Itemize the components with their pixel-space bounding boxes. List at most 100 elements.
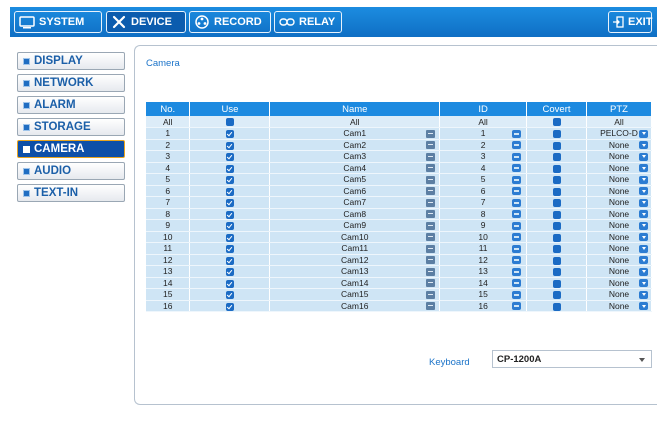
use-checkbox[interactable] bbox=[225, 164, 234, 173]
table-row: 5 Cam5 5 None bbox=[146, 173, 652, 186]
id-edit-icon[interactable] bbox=[512, 164, 522, 172]
covert-checkbox[interactable] bbox=[552, 268, 561, 276]
keyboard-select[interactable]: CP-1200A bbox=[492, 350, 652, 368]
use-checkbox[interactable] bbox=[225, 233, 234, 242]
ptz-dropdown-icon[interactable] bbox=[639, 233, 648, 241]
ptz-dropdown-icon[interactable] bbox=[639, 129, 648, 138]
ptz-dropdown-icon[interactable] bbox=[639, 152, 648, 161]
covert-checkbox[interactable] bbox=[552, 256, 561, 265]
relay-icon bbox=[279, 15, 295, 29]
ptz-dropdown-icon[interactable] bbox=[639, 244, 648, 253]
tab-system-label: SYSTEM bbox=[39, 16, 85, 28]
ptz-dropdown-icon[interactable] bbox=[639, 221, 648, 230]
ptz-dropdown-icon[interactable] bbox=[639, 302, 648, 310]
use-checkbox[interactable] bbox=[225, 199, 234, 207]
covert-checkbox[interactable] bbox=[552, 176, 561, 184]
id-edit-icon[interactable] bbox=[512, 198, 522, 207]
tab-record[interactable]: RECORD bbox=[189, 11, 271, 33]
header-id: ID bbox=[439, 102, 528, 116]
keyboard-edit-icon[interactable] bbox=[426, 187, 436, 195]
use-checkbox[interactable] bbox=[225, 153, 234, 161]
keyboard-edit-icon[interactable] bbox=[426, 221, 436, 230]
id-edit-icon[interactable] bbox=[512, 129, 522, 138]
ptz-dropdown-icon[interactable] bbox=[639, 164, 648, 172]
covert-checkbox[interactable] bbox=[552, 164, 561, 173]
use-checkbox[interactable] bbox=[225, 130, 234, 138]
sidebar-item-text-in[interactable]: TEXT-IN bbox=[17, 184, 125, 202]
keyboard-edit-icon[interactable] bbox=[426, 244, 436, 253]
keyboard-edit-icon[interactable] bbox=[426, 152, 436, 161]
covert-checkbox[interactable] bbox=[552, 302, 561, 311]
tab-relay[interactable]: RELAY bbox=[274, 11, 342, 33]
id-edit-icon[interactable] bbox=[512, 290, 522, 299]
tab-device[interactable]: DEVICE bbox=[106, 11, 186, 33]
use-checkbox[interactable] bbox=[225, 302, 234, 311]
ptz-dropdown-icon[interactable] bbox=[639, 198, 648, 207]
id-edit-icon[interactable] bbox=[512, 244, 522, 253]
sidebar-item-storage[interactable]: STORAGE bbox=[17, 118, 125, 136]
sidebar-item-alarm[interactable]: ALARM bbox=[17, 96, 125, 114]
sidebar-item-display[interactable]: DISPLAY bbox=[17, 52, 125, 70]
covert-checkbox[interactable] bbox=[552, 187, 561, 196]
covert-checkbox[interactable] bbox=[552, 279, 561, 288]
keyboard-edit-icon[interactable] bbox=[426, 129, 436, 138]
id-edit-icon[interactable] bbox=[512, 256, 522, 264]
covert-checkbox[interactable] bbox=[552, 199, 561, 207]
keyboard-edit-icon[interactable] bbox=[426, 198, 436, 207]
ptz-dropdown-icon[interactable] bbox=[639, 290, 648, 299]
keyboard-edit-icon[interactable] bbox=[426, 290, 436, 299]
sidebar-item-camera[interactable]: CAMERA bbox=[17, 140, 125, 158]
ptz-dropdown-icon[interactable] bbox=[639, 210, 648, 218]
keyboard-edit-icon[interactable] bbox=[426, 175, 436, 184]
keyboard-edit-icon[interactable] bbox=[426, 279, 436, 287]
sidebar-item-network[interactable]: NETWORK bbox=[17, 74, 125, 92]
covert-checkbox[interactable] bbox=[552, 233, 561, 242]
ptz-dropdown-icon[interactable] bbox=[639, 279, 648, 287]
use-checkbox[interactable] bbox=[225, 176, 234, 184]
id-edit-icon[interactable] bbox=[512, 233, 522, 241]
covert-checkbox[interactable] bbox=[552, 141, 561, 150]
use-all-checkbox[interactable] bbox=[225, 118, 234, 127]
covert-checkbox[interactable] bbox=[552, 210, 561, 219]
covert-all-checkbox[interactable] bbox=[552, 118, 561, 127]
use-checkbox[interactable] bbox=[225, 291, 234, 299]
use-checkbox[interactable] bbox=[225, 141, 234, 150]
keyboard-edit-icon[interactable] bbox=[426, 233, 436, 241]
covert-checkbox[interactable] bbox=[552, 291, 561, 299]
keyboard-edit-icon[interactable] bbox=[426, 164, 436, 172]
cell-ptz: None bbox=[586, 173, 652, 186]
ptz-dropdown-icon[interactable] bbox=[639, 187, 648, 195]
id-edit-icon[interactable] bbox=[512, 175, 522, 184]
ptz-dropdown-icon[interactable] bbox=[639, 175, 648, 184]
id-edit-icon[interactable] bbox=[512, 302, 522, 310]
id-edit-icon[interactable] bbox=[512, 267, 522, 276]
tab-system[interactable]: SYSTEM bbox=[14, 11, 102, 33]
use-checkbox[interactable] bbox=[225, 210, 234, 219]
covert-checkbox[interactable] bbox=[552, 153, 561, 161]
keyboard-edit-icon[interactable] bbox=[426, 141, 436, 149]
id-edit-icon[interactable] bbox=[512, 141, 522, 149]
use-checkbox[interactable] bbox=[225, 222, 234, 230]
covert-checkbox[interactable] bbox=[552, 245, 561, 253]
id-edit-icon[interactable] bbox=[512, 279, 522, 287]
covert-checkbox[interactable] bbox=[552, 130, 561, 138]
exit-button[interactable]: EXIT bbox=[608, 11, 652, 33]
use-checkbox[interactable] bbox=[225, 245, 234, 253]
keyboard-edit-icon[interactable] bbox=[426, 267, 436, 276]
keyboard-edit-icon[interactable] bbox=[426, 302, 436, 310]
id-edit-icon[interactable] bbox=[512, 152, 522, 161]
ptz-dropdown-icon[interactable] bbox=[639, 141, 648, 149]
use-checkbox[interactable] bbox=[225, 187, 234, 196]
use-checkbox[interactable] bbox=[225, 279, 234, 288]
ptz-dropdown-icon[interactable] bbox=[639, 256, 648, 264]
ptz-dropdown-icon[interactable] bbox=[639, 267, 648, 276]
use-checkbox[interactable] bbox=[225, 256, 234, 265]
id-edit-icon[interactable] bbox=[512, 187, 522, 195]
use-checkbox[interactable] bbox=[225, 268, 234, 276]
keyboard-edit-icon[interactable] bbox=[426, 256, 436, 264]
id-edit-icon[interactable] bbox=[512, 210, 522, 218]
sidebar-item-audio[interactable]: AUDIO bbox=[17, 162, 125, 180]
covert-checkbox[interactable] bbox=[552, 222, 561, 230]
keyboard-edit-icon[interactable] bbox=[426, 210, 436, 218]
id-edit-icon[interactable] bbox=[512, 221, 522, 230]
